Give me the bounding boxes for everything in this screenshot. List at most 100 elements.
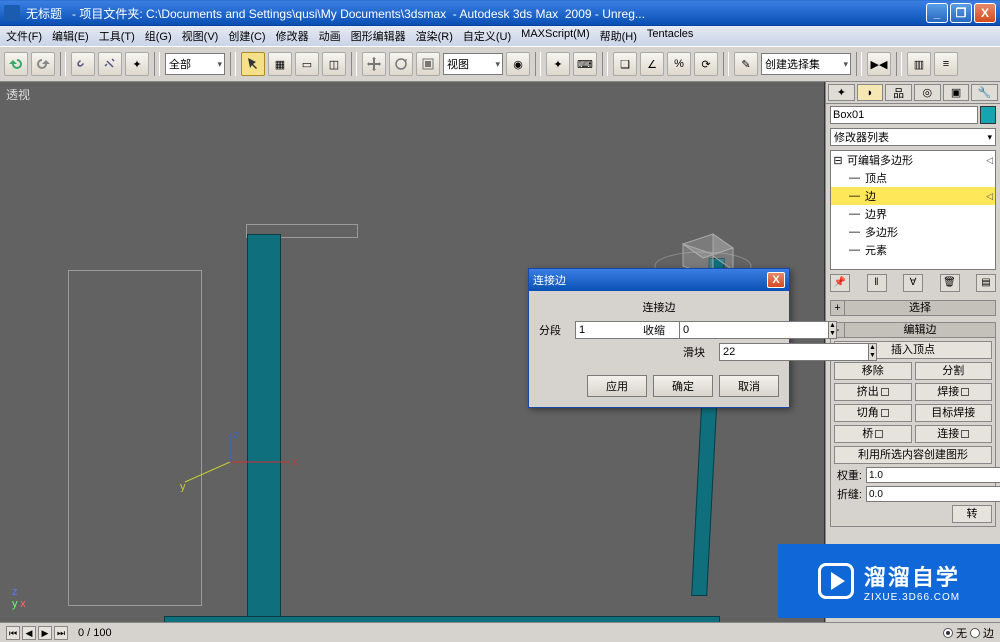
bridge-settings-button[interactable]	[875, 430, 883, 438]
apply-button[interactable]: 应用	[587, 375, 647, 397]
connect-button[interactable]: 连接	[915, 425, 993, 443]
keyboard-button[interactable]: ⌨	[573, 52, 597, 76]
create-shape-button[interactable]: 利用所选内容创建图形	[834, 446, 992, 464]
cancel-button[interactable]: 取消	[719, 375, 779, 397]
rotate-button[interactable]	[389, 52, 413, 76]
extrude-settings-button[interactable]	[881, 388, 889, 396]
select-button[interactable]	[241, 52, 265, 76]
undo-button[interactable]	[4, 52, 28, 76]
layers-button[interactable]: ≡	[934, 52, 958, 76]
stack-root[interactable]: ⊟可编辑多边形◁	[831, 151, 995, 169]
object-color-swatch[interactable]	[980, 106, 996, 124]
redo-button[interactable]	[31, 52, 55, 76]
stack-sub-poly[interactable]: —多边形	[831, 223, 995, 241]
bridge-button[interactable]: 桥	[834, 425, 912, 443]
stack-sub-border[interactable]: —边界	[831, 205, 995, 223]
chamfer-settings-button[interactable]	[881, 409, 889, 417]
spin-up[interactable]: ▲	[869, 344, 876, 352]
goto-start-button[interactable]: ⏮	[6, 626, 20, 640]
percent-snap-button[interactable]: %	[667, 52, 691, 76]
dialog-close-button[interactable]: X	[767, 272, 785, 288]
pivot-center-button[interactable]: ◉	[506, 52, 530, 76]
weld-button[interactable]: 焊接	[915, 383, 993, 401]
menu-help[interactable]: 帮助(H)	[600, 28, 637, 44]
tab-motion[interactable]: ◎	[914, 84, 941, 101]
stack-sub-vertex[interactable]: —顶点	[831, 169, 995, 187]
ref-coord-dropdown[interactable]: 视图	[443, 53, 503, 75]
menu-tentacles[interactable]: Tentacles	[647, 28, 693, 44]
chamfer-button[interactable]: 切角	[834, 404, 912, 422]
menu-group[interactable]: 组(G)	[145, 28, 172, 44]
prev-frame-button[interactable]: ◀	[22, 626, 36, 640]
crease-input[interactable]	[866, 486, 1000, 502]
menu-view[interactable]: 视图(V)	[182, 28, 219, 44]
tab-create[interactable]: ✦	[828, 84, 855, 101]
goto-end-button[interactable]: ⏭	[54, 626, 68, 640]
transform-gizmo[interactable]: xyz	[180, 432, 300, 492]
manipulator-button[interactable]: ✦	[546, 52, 570, 76]
menu-customize[interactable]: 自定义(U)	[463, 28, 511, 44]
named-selection-dropdown[interactable]: 创建选择集	[761, 53, 851, 75]
menu-modifiers[interactable]: 修改器	[276, 28, 309, 44]
modifier-list-dropdown[interactable]: 修改器列表	[830, 128, 996, 146]
ok-button[interactable]: 确定	[653, 375, 713, 397]
remove-mod-button[interactable]: 🗑	[940, 274, 960, 292]
connect-settings-button[interactable]	[961, 430, 969, 438]
modifier-stack[interactable]: ⊟可编辑多边形◁ —顶点 —边◁ —边界 —多边形 —元素	[830, 150, 996, 270]
turn-button[interactable]: 转	[952, 505, 992, 523]
spin-down[interactable]: ▼	[829, 330, 836, 338]
move-button[interactable]	[362, 52, 386, 76]
angle-snap-button[interactable]: ∠	[640, 52, 664, 76]
bind-spacewarp-button[interactable]: ✦	[125, 52, 149, 76]
maximize-button[interactable]: ❐	[950, 3, 972, 23]
menu-tools[interactable]: 工具(T)	[99, 28, 135, 44]
show-end-button[interactable]: ‖	[867, 274, 887, 292]
select-by-name-button[interactable]: ▦	[268, 52, 292, 76]
named-sel-edit-button[interactable]: ✎	[734, 52, 758, 76]
menu-edit[interactable]: 编辑(E)	[52, 28, 89, 44]
weight-input[interactable]	[866, 467, 1000, 483]
align-button[interactable]: ▥	[907, 52, 931, 76]
menu-rendering[interactable]: 渲染(R)	[416, 28, 453, 44]
menu-maxscript[interactable]: MAXScript(M)	[521, 28, 589, 44]
menu-create[interactable]: 创建(C)	[228, 28, 265, 44]
constraint-edge-radio[interactable]	[970, 628, 980, 638]
target-weld-button[interactable]: 目标焊接	[915, 404, 993, 422]
menu-file[interactable]: 文件(F)	[6, 28, 42, 44]
constraint-none-radio[interactable]	[943, 628, 953, 638]
scale-button[interactable]	[416, 52, 440, 76]
tab-utilities[interactable]: 🔧	[971, 84, 998, 101]
pinch-input[interactable]	[679, 321, 828, 339]
minimize-button[interactable]: _	[926, 3, 948, 23]
configure-button[interactable]: ▤	[976, 274, 996, 292]
slide-input[interactable]	[719, 343, 868, 361]
stack-sub-element[interactable]: —元素	[831, 241, 995, 259]
rollout-selection-head[interactable]: +选择	[830, 300, 996, 316]
tab-hierarchy[interactable]: 品	[885, 84, 912, 101]
stack-sub-edge[interactable]: —边◁	[831, 187, 995, 205]
pin-stack-button[interactable]: 📌	[830, 274, 850, 292]
window-crossing-button[interactable]: ◫	[322, 52, 346, 76]
close-button[interactable]: X	[974, 3, 996, 23]
make-unique-button[interactable]: ∀	[903, 274, 923, 292]
selection-filter-dropdown[interactable]: 全部	[165, 53, 225, 75]
extrude-button[interactable]: 挤出	[834, 383, 912, 401]
menu-grapheditors[interactable]: 图形编辑器	[351, 28, 406, 44]
snap-toggle-button[interactable]: ❑	[613, 52, 637, 76]
region-rect-button[interactable]: ▭	[295, 52, 319, 76]
weld-settings-button[interactable]	[961, 388, 969, 396]
split-button[interactable]: 分割	[915, 362, 993, 380]
next-frame-button[interactable]: ▶	[38, 626, 52, 640]
mirror-button[interactable]: ▶◀	[867, 52, 891, 76]
spin-up[interactable]: ▲	[829, 322, 836, 330]
remove-button[interactable]: 移除	[834, 362, 912, 380]
tab-modify[interactable]: ◗	[857, 84, 884, 101]
rollout-editedge-head[interactable]: -编辑边	[830, 322, 996, 338]
unlink-button[interactable]	[98, 52, 122, 76]
menu-animation[interactable]: 动画	[319, 28, 341, 44]
tab-display[interactable]: ▣	[943, 84, 970, 101]
object-name-input[interactable]	[830, 106, 978, 124]
link-button[interactable]	[71, 52, 95, 76]
spin-down[interactable]: ▼	[869, 352, 876, 360]
spinner-snap-button[interactable]: ⟳	[694, 52, 718, 76]
